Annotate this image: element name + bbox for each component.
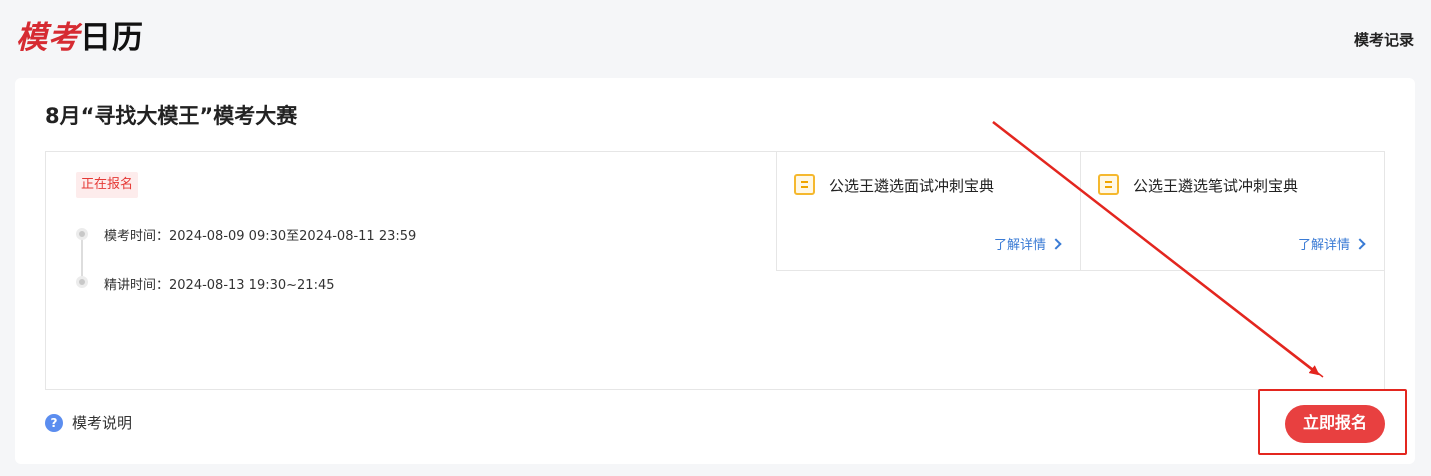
logo-text-calendar: 日历 — [80, 20, 144, 56]
logo-text-mock: 模考 — [16, 20, 80, 56]
document-icon — [1098, 174, 1119, 195]
exam-records-link[interactable]: 模考记录 — [1354, 29, 1414, 50]
timeline-dot — [76, 228, 88, 240]
register-now-button[interactable]: 立即报名 — [1285, 405, 1385, 443]
learn-more-link[interactable]: 了解详情 — [1297, 234, 1366, 253]
timeline-connector — [81, 235, 83, 282]
document-icon — [794, 174, 815, 195]
resource-card-interview[interactable]: 公选王遴选面试冲刺宝典 了解详情 — [776, 151, 1081, 271]
exam-title: 8月“寻找大模王”模考大赛 — [45, 104, 298, 128]
resource-title: 公选王遴选面试冲刺宝典 — [829, 177, 995, 195]
status-badge: 正在报名 — [76, 172, 139, 198]
exam-detail-panel: 正在报名 模考时间：2024-08-09 09:30至2024-08-11 23… — [45, 151, 1385, 390]
app-logo[interactable]: 模考日历 — [16, 20, 144, 56]
learn-more-label: 了解详情 — [993, 238, 1046, 253]
chevron-right-icon — [1354, 238, 1366, 250]
timeline-dot — [76, 276, 88, 288]
exam-card: 8月“寻找大模王”模考大赛 正在报名 模考时间：2024-08-09 09:30… — [15, 78, 1415, 464]
resource-card-written[interactable]: 公选王遴选笔试冲刺宝典 了解详情 — [1080, 151, 1385, 271]
top-bar: 模考日历 模考记录 — [0, 0, 1431, 78]
learn-more-link[interactable]: 了解详情 — [993, 234, 1062, 253]
learn-more-label: 了解详情 — [1297, 238, 1350, 253]
exam-time-text: 模考时间：2024-08-09 09:30至2024-08-11 23:59 — [104, 229, 417, 244]
question-icon: ? — [45, 414, 63, 432]
exam-instructions-label: 模考说明 — [72, 414, 133, 432]
lecture-time-text: 精讲时间：2024-08-13 19:30~21:45 — [104, 278, 335, 293]
resource-title: 公选王遴选笔试冲刺宝典 — [1133, 177, 1299, 195]
chevron-right-icon — [1050, 238, 1062, 250]
